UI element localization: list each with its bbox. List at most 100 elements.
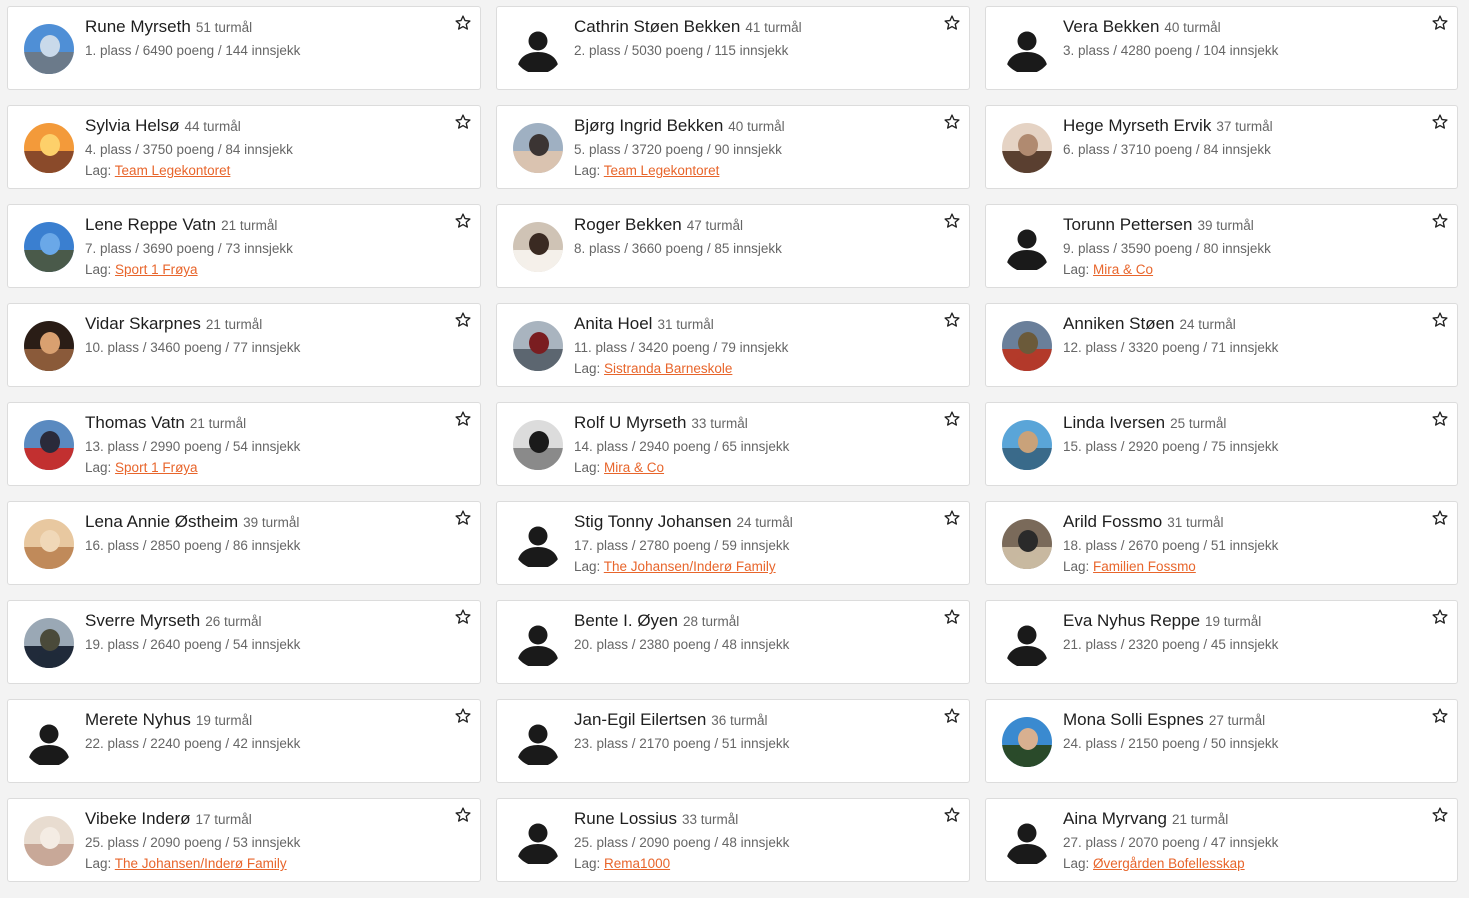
user-name[interactable]: Rune Myrseth — [85, 17, 191, 36]
user-card-25[interactable]: Vibeke Inderø 17 turmål 25. plass / 2090 … — [7, 798, 481, 882]
user-card-14[interactable]: Rolf U Myrseth 33 turmål 14. plass / 2940… — [496, 402, 970, 486]
user-name[interactable]: Bente I. Øyen — [574, 611, 678, 630]
avatar[interactable] — [513, 123, 563, 173]
team-link[interactable]: Øvergården Bofellesskap — [1093, 856, 1245, 871]
star-outline-icon[interactable] — [943, 113, 961, 131]
user-card-21[interactable]: Eva Nyhus Reppe 19 turmål 21. plass / 232… — [985, 600, 1458, 684]
star-outline-icon[interactable] — [1431, 509, 1449, 527]
user-name[interactable]: Anniken Støen — [1063, 314, 1175, 333]
avatar[interactable] — [24, 816, 74, 866]
avatar[interactable] — [1002, 24, 1052, 74]
team-link[interactable]: Mira & Co — [604, 460, 664, 475]
team-link[interactable]: Sistranda Barneskole — [604, 361, 732, 376]
team-link[interactable]: Mira & Co — [1093, 262, 1153, 277]
user-name[interactable]: Sverre Myrseth — [85, 611, 200, 630]
user-name[interactable]: Arild Fossmo — [1063, 512, 1162, 531]
avatar[interactable] — [513, 24, 563, 74]
user-card-27[interactable]: Aina Myrvang 21 turmål 27. plass / 2070 p… — [985, 798, 1458, 882]
team-link[interactable]: The Johansen/Inderø Family — [115, 856, 287, 871]
star-outline-icon[interactable] — [454, 608, 472, 626]
user-card-13[interactable]: Thomas Vatn 21 turmål 13. plass / 2990 po… — [7, 402, 481, 486]
team-link[interactable]: Sport 1 Frøya — [115, 460, 198, 475]
star-outline-icon[interactable] — [943, 14, 961, 32]
user-name[interactable]: Vera Bekken — [1063, 17, 1159, 36]
user-name[interactable]: Cathrin Støen Bekken — [574, 17, 740, 36]
user-card-17[interactable]: Stig Tonny Johansen 24 turmål 17. plass /… — [496, 501, 970, 585]
avatar[interactable] — [513, 717, 563, 767]
star-outline-icon[interactable] — [454, 410, 472, 428]
star-outline-icon[interactable] — [943, 707, 961, 725]
user-name[interactable]: Eva Nyhus Reppe — [1063, 611, 1200, 630]
user-card-22[interactable]: Merete Nyhus 19 turmål 22. plass / 2240 p… — [7, 699, 481, 783]
user-card-10[interactable]: Vidar Skarpnes 21 turmål 10. plass / 3460… — [7, 303, 481, 387]
star-outline-icon[interactable] — [1431, 212, 1449, 230]
user-name[interactable]: Thomas Vatn — [85, 413, 185, 432]
user-name[interactable]: Bjørg Ingrid Bekken — [574, 116, 723, 135]
user-name[interactable]: Mona Solli Espnes — [1063, 710, 1204, 729]
user-card-11[interactable]: Anita Hoel 31 turmål 11. plass / 3420 poe… — [496, 303, 970, 387]
user-card-5[interactable]: Bjørg Ingrid Bekken 40 turmål 5. plass / … — [496, 105, 970, 189]
star-outline-icon[interactable] — [454, 311, 472, 329]
team-link[interactable]: Rema1000 — [604, 856, 670, 871]
user-card-7[interactable]: Lene Reppe Vatn 21 turmål 7. plass / 3690… — [7, 204, 481, 288]
user-card-18[interactable]: Arild Fossmo 31 turmål 18. plass / 2670 p… — [985, 501, 1458, 585]
user-card-9[interactable]: Torunn Pettersen 39 turmål 9. plass / 359… — [985, 204, 1458, 288]
star-outline-icon[interactable] — [1431, 311, 1449, 329]
user-name[interactable]: Jan-Egil Eilertsen — [574, 710, 706, 729]
avatar[interactable] — [1002, 519, 1052, 569]
star-outline-icon[interactable] — [454, 113, 472, 131]
avatar[interactable] — [24, 420, 74, 470]
avatar[interactable] — [24, 321, 74, 371]
avatar[interactable] — [24, 24, 74, 74]
user-card-19[interactable]: Sverre Myrseth 26 turmål 19. plass / 2640… — [7, 600, 481, 684]
avatar[interactable] — [1002, 123, 1052, 173]
star-outline-icon[interactable] — [454, 14, 472, 32]
avatar[interactable] — [24, 717, 74, 767]
star-outline-icon[interactable] — [943, 212, 961, 230]
user-card-16[interactable]: Lena Annie Østheim 39 turmål 16. plass / … — [7, 501, 481, 585]
user-name[interactable]: Roger Bekken — [574, 215, 682, 234]
avatar[interactable] — [513, 816, 563, 866]
star-outline-icon[interactable] — [1431, 707, 1449, 725]
user-card-8[interactable]: Roger Bekken 47 turmål 8. plass / 3660 po… — [496, 204, 970, 288]
avatar[interactable] — [24, 123, 74, 173]
team-link[interactable]: Sport 1 Frøya — [115, 262, 198, 277]
avatar[interactable] — [1002, 717, 1052, 767]
star-outline-icon[interactable] — [943, 608, 961, 626]
star-outline-icon[interactable] — [1431, 806, 1449, 824]
user-name[interactable]: Vidar Skarpnes — [85, 314, 201, 333]
team-link[interactable]: The Johansen/Inderø Family — [604, 559, 776, 574]
avatar[interactable] — [513, 618, 563, 668]
avatar[interactable] — [513, 420, 563, 470]
user-name[interactable]: Linda Iversen — [1063, 413, 1165, 432]
user-card-26[interactable]: Rune Lossius 33 turmål 25. plass / 2090 p… — [496, 798, 970, 882]
star-outline-icon[interactable] — [943, 311, 961, 329]
star-outline-icon[interactable] — [1431, 410, 1449, 428]
user-name[interactable]: Anita Hoel — [574, 314, 652, 333]
user-name[interactable]: Torunn Pettersen — [1063, 215, 1192, 234]
avatar[interactable] — [1002, 321, 1052, 371]
user-card-20[interactable]: Bente I. Øyen 28 turmål 20. plass / 2380 … — [496, 600, 970, 684]
team-link[interactable]: Team Legekontoret — [115, 163, 231, 178]
user-name[interactable]: Rune Lossius — [574, 809, 677, 828]
avatar[interactable] — [1002, 816, 1052, 866]
star-outline-icon[interactable] — [1431, 14, 1449, 32]
user-name[interactable]: Aina Myrvang — [1063, 809, 1167, 828]
user-name[interactable]: Stig Tonny Johansen — [574, 512, 732, 531]
star-outline-icon[interactable] — [454, 707, 472, 725]
avatar[interactable] — [1002, 420, 1052, 470]
user-card-15[interactable]: Linda Iversen 25 turmål 15. plass / 2920 … — [985, 402, 1458, 486]
avatar[interactable] — [24, 618, 74, 668]
user-card-2[interactable]: Cathrin Støen Bekken 41 turmål 2. plass /… — [496, 6, 970, 90]
user-card-1[interactable]: Rune Myrseth 51 turmål 1. plass / 6490 po… — [7, 6, 481, 90]
star-outline-icon[interactable] — [943, 806, 961, 824]
star-outline-icon[interactable] — [1431, 608, 1449, 626]
user-name[interactable]: Lene Reppe Vatn — [85, 215, 216, 234]
user-name[interactable]: Vibeke Inderø — [85, 809, 191, 828]
avatar[interactable] — [24, 222, 74, 272]
user-name[interactable]: Rolf U Myrseth — [574, 413, 686, 432]
user-card-3[interactable]: Vera Bekken 40 turmål 3. plass / 4280 poe… — [985, 6, 1458, 90]
avatar[interactable] — [1002, 618, 1052, 668]
star-outline-icon[interactable] — [1431, 113, 1449, 131]
user-card-12[interactable]: Anniken Støen 24 turmål 12. plass / 3320 … — [985, 303, 1458, 387]
